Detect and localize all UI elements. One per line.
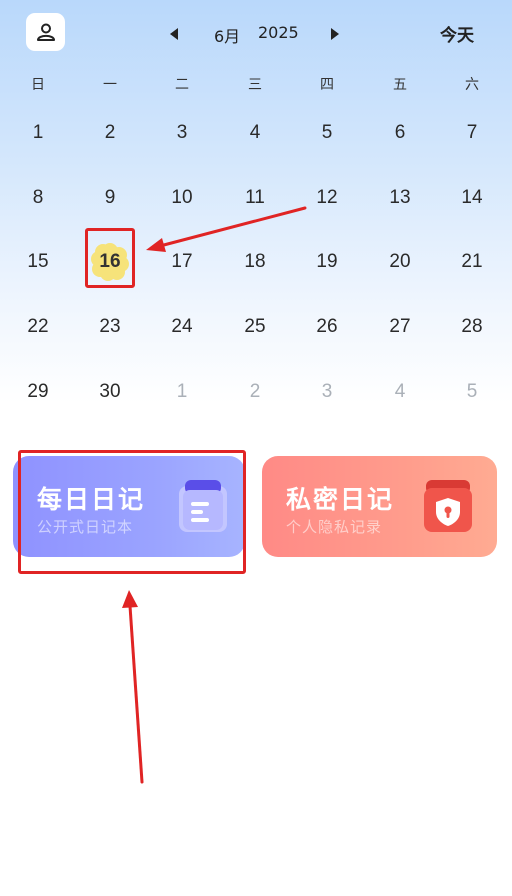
today-button[interactable]: 今天 — [440, 21, 474, 46]
weekday-label: 二 — [175, 77, 189, 93]
calendar-day[interactable]: 28 — [442, 302, 502, 352]
calendar-day-number: 24 — [171, 316, 193, 337]
calendar-day-number: 30 — [99, 381, 121, 402]
calendar-day-number: 6 — [394, 122, 406, 143]
weekday-label: 一 — [103, 77, 117, 93]
weekday-label: 六 — [465, 77, 479, 93]
calendar-day-number: 19 — [316, 251, 338, 272]
calendar-day[interactable]: 30 — [80, 367, 140, 417]
calendar-day-number: 4 — [394, 381, 406, 402]
calendar-day-number: 5 — [466, 381, 478, 402]
weekday-label: 三 — [248, 77, 262, 93]
calendar-day-number: 22 — [27, 316, 49, 337]
weekday-label: 四 — [320, 77, 334, 93]
calendar-day-number: 10 — [171, 187, 193, 208]
calendar-day-number: 8 — [32, 187, 44, 208]
calendar-day[interactable]: 10 — [152, 173, 212, 223]
calendar-day-number: 23 — [99, 316, 121, 337]
calendar-day[interactable]: 7 — [442, 108, 502, 158]
month-navigator: 6月 2025 — [164, 18, 354, 48]
calendar-day[interactable]: 18 — [225, 237, 285, 287]
calendar-day-number: 14 — [461, 187, 483, 208]
calendar-day[interactable]: 2 — [80, 108, 140, 158]
calendar-day-number: 26 — [316, 316, 338, 337]
calendar-day[interactable]: 12 — [297, 173, 357, 223]
calendar-day-number: 16 — [99, 251, 121, 272]
private-diary-subtitle: 个人隐私记录 — [286, 518, 383, 536]
triangle-left-icon — [170, 28, 178, 40]
calendar-day[interactable]: 23 — [80, 302, 140, 352]
next-month-button[interactable] — [325, 24, 345, 44]
calendar-day-number: 25 — [244, 316, 266, 337]
calendar-day-number: 1 — [176, 381, 188, 402]
month-label[interactable]: 6月 — [214, 23, 240, 47]
calendar-day[interactable]: 14 — [442, 173, 502, 223]
calendar-day[interactable]: 5 — [297, 108, 357, 158]
calendar-day-number: 1 — [32, 122, 44, 143]
arrow-to-daily-card — [122, 590, 144, 784]
calendar-day[interactable]: 1 — [8, 108, 68, 158]
calendar-day-number: 18 — [244, 251, 266, 272]
calendar-day-number: 15 — [27, 251, 49, 272]
private-diary-title: 私密日记 — [286, 485, 395, 514]
calendar-day-next-month[interactable]: 4 — [370, 367, 430, 417]
calendar-day-next-month[interactable]: 5 — [442, 367, 502, 417]
calendar-day[interactable]: 17 — [152, 237, 212, 287]
weekday-header: 日 一 二 三 四 五 六 — [0, 70, 512, 96]
calendar-day-number: 17 — [171, 251, 193, 272]
user-icon — [36, 23, 55, 41]
calendar-day[interactable]: 19 — [297, 237, 357, 287]
calendar-day-number: 3 — [321, 381, 333, 402]
calendar-day[interactable]: 6 — [370, 108, 430, 158]
calendar-day-next-month[interactable]: 3 — [297, 367, 357, 417]
profile-button[interactable] — [26, 13, 65, 51]
private-diary-card[interactable]: 私密日记 个人隐私记录 — [262, 456, 497, 557]
calendar-day[interactable]: 20 — [370, 237, 430, 287]
calendar-day-number: 7 — [466, 122, 478, 143]
calendar-day-number: 2 — [249, 381, 261, 402]
calendar-day[interactable]: 21 — [442, 237, 502, 287]
calendar-day-next-month[interactable]: 2 — [225, 367, 285, 417]
calendar-day[interactable]: 27 — [370, 302, 430, 352]
top-bar: 6月 2025 今天 — [0, 0, 512, 64]
calendar-day[interactable]: 15 — [8, 237, 68, 287]
calendar-day-number: 28 — [461, 316, 483, 337]
calendar-day-number: 5 — [321, 122, 333, 143]
calendar-day[interactable]: 13 — [370, 173, 430, 223]
shield-lock-icon — [424, 480, 472, 532]
year-label[interactable]: 2025 — [258, 23, 299, 42]
weekday-label: 五 — [393, 77, 407, 93]
calendar-day[interactable]: 9 — [80, 173, 140, 223]
calendar-day[interactable]: 8 — [8, 173, 68, 223]
calendar-day-number: 4 — [249, 122, 261, 143]
prev-month-button[interactable] — [164, 24, 184, 44]
calendar-day[interactable]: 3 — [152, 108, 212, 158]
calendar-day-number: 13 — [389, 187, 411, 208]
calendar-day-number: 3 — [176, 122, 188, 143]
calendar-day-number: 9 — [104, 187, 116, 208]
calendar-day-number: 21 — [461, 251, 483, 272]
calendar-day[interactable]: 25 — [225, 302, 285, 352]
calendar-day[interactable]: 29 — [8, 367, 68, 417]
calendar-day[interactable]: 11 — [225, 173, 285, 223]
weekday-label: 日 — [31, 77, 45, 93]
daily-card-highlight-box — [18, 450, 246, 574]
calendar-day-number: 12 — [316, 187, 338, 208]
calendar-day[interactable]: 4 — [225, 108, 285, 158]
calendar-day-number: 29 — [27, 381, 49, 402]
calendar-day[interactable]: 26 — [297, 302, 357, 352]
calendar-day[interactable]: 24 — [152, 302, 212, 352]
calendar-day-number: 11 — [245, 187, 265, 208]
calendar-day-next-month[interactable]: 1 — [152, 367, 212, 417]
calendar-day-number: 20 — [389, 251, 411, 272]
calendar-day[interactable]: 22 — [8, 302, 68, 352]
triangle-right-icon — [331, 28, 339, 40]
calendar-day-number: 2 — [104, 122, 116, 143]
calendar-day-number: 27 — [389, 316, 411, 337]
